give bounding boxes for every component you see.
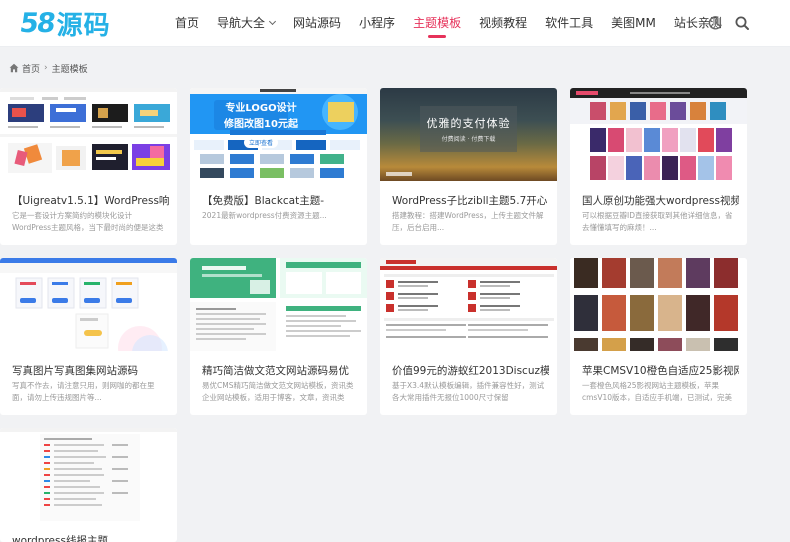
nav-label: 美图MM bbox=[611, 16, 656, 30]
thumb-banner-subtext: 付费阅读 · 付费下载 bbox=[441, 136, 496, 143]
breadcrumb: 首页 › 主题模板 bbox=[9, 61, 88, 75]
nav-item-video-tutorials[interactable]: 视频教程 bbox=[470, 0, 536, 47]
post-thumbnail[interactable] bbox=[380, 258, 557, 351]
post-thumbnail[interactable] bbox=[0, 258, 177, 351]
post-thumbnail[interactable] bbox=[570, 88, 747, 181]
thumb-banner-text: 专业LOGO设计 bbox=[225, 103, 297, 114]
chevron-down-icon bbox=[268, 17, 277, 26]
post-excerpt: 一套橙色风格25影视网站主题模板，苹果cmsV10版本，自适应手机端，已测试，完… bbox=[582, 381, 733, 402]
post-card[interactable]: 专业LOGO设计 修图改图10元起 立即查看 【免费版】Blackcat主题- … bbox=[190, 88, 367, 245]
logo-number: 58 bbox=[17, 7, 56, 39]
nav-label: 首页 bbox=[175, 16, 200, 30]
breadcrumb-current: 主题模板 bbox=[51, 64, 88, 75]
post-title[interactable]: 国人原创功能强大wordpress视频 bbox=[582, 193, 739, 208]
post-title[interactable]: WordPress子比zibll主题5.7开心 bbox=[392, 193, 549, 208]
post-title[interactable]: 苹果CMSV10橙色自适应25影视网 bbox=[582, 363, 739, 378]
post-thumbnail[interactable] bbox=[0, 428, 177, 521]
thumb-banner-button: 立即查看 bbox=[243, 137, 278, 148]
nav-item-mini-program[interactable]: 小程序 bbox=[350, 0, 404, 47]
post-thumbnail[interactable]: 专业LOGO设计 修图改图10元起 立即查看 bbox=[190, 88, 367, 181]
post-title[interactable]: 精巧简洁做文范文网站源码易优 bbox=[202, 363, 359, 378]
post-title[interactable]: 【免费版】Blackcat主题- bbox=[202, 193, 359, 208]
logo-text: 源码 bbox=[56, 10, 111, 41]
post-excerpt: 写真不作去，请注意只用，则网咖的都在里面，请勿上传违规图片等... bbox=[12, 381, 155, 402]
post-card[interactable]: 价值99元的游蚁红2013Discuz模 基于X3.4默认模板编辑，插件兼容性好… bbox=[380, 258, 557, 415]
nav-label: 视频教程 bbox=[479, 16, 528, 30]
search-icon[interactable] bbox=[734, 15, 750, 31]
breadcrumb-home[interactable]: 首页 bbox=[22, 62, 40, 75]
post-card[interactable]: 写真图片写真图集网站源码 写真不作去，请注意只用，则网咖的都在里面，请勿上传违规… bbox=[0, 258, 177, 415]
post-thumbnail[interactable]: 优雅的支付体验 付费阅读 · 付费下载 bbox=[380, 88, 557, 181]
post-card[interactable]: 精巧简洁做文范文网站源码易优 易优CMS精巧简洁做文范文网站模板，资讯类企业网站… bbox=[190, 258, 367, 415]
post-excerpt: 可以根据豆瓣ID直接获取到其他详细信息，省去懂懂填写的麻烦！... bbox=[582, 211, 733, 232]
chevron-right-icon: › bbox=[44, 63, 48, 73]
post-card[interactable]: 苹果CMSV10橙色自适应25影视网 一套橙色风格25影视网站主题模板，苹果cm… bbox=[570, 258, 747, 415]
post-excerpt: 它是一套设计方案简约的模块化设计WordPress主题风格，当下最时尚的便是这类… bbox=[12, 211, 164, 232]
post-title[interactable]: wordpress线报主题 bbox=[12, 533, 169, 542]
site-header: 58 源码 首页 导航大全 网站源码 小程序 主题模板 视频教程 软件工具 美图… bbox=[0, 0, 790, 47]
post-title[interactable]: 价值99元的游蚁红2013Discuz模 bbox=[392, 363, 549, 378]
nav-label: 导航大全 bbox=[217, 16, 266, 30]
post-thumbnail[interactable] bbox=[190, 258, 367, 351]
post-title[interactable]: 写真图片写真图集网站源码 bbox=[12, 363, 169, 378]
nav-item-software-tools[interactable]: 软件工具 bbox=[536, 0, 602, 47]
main-nav: 首页 导航大全 网站源码 小程序 主题模板 视频教程 软件工具 美图MM 站长亲… bbox=[166, 0, 731, 47]
post-thumbnail[interactable] bbox=[570, 258, 747, 351]
post-title[interactable]: 【Uigreatv1.5.1】WordPress响 bbox=[12, 193, 169, 208]
post-excerpt: 2021最新wordpress付费资源主题... bbox=[202, 211, 327, 220]
home-icon bbox=[9, 63, 19, 73]
nav-label: 主题模板 bbox=[413, 16, 462, 30]
post-card[interactable]: 国人原创功能强大wordpress视频 可以根据豆瓣ID直接获取到其他详细信息，… bbox=[570, 88, 747, 245]
post-card[interactable]: wordpress线报主题 bbox=[0, 428, 177, 542]
nav-item-directory[interactable]: 导航大全 bbox=[208, 0, 284, 47]
nav-label: 软件工具 bbox=[545, 16, 594, 30]
nav-item-home[interactable]: 首页 bbox=[166, 0, 208, 47]
post-excerpt: 易优CMS精巧简洁做文范文网站模板，资讯类企业网站模板，适用于博客，文章，资讯类… bbox=[202, 381, 354, 402]
nav-label: 小程序 bbox=[359, 16, 396, 30]
post-thumbnail[interactable] bbox=[0, 88, 177, 181]
nav-item-themes[interactable]: 主题模板 bbox=[404, 0, 470, 47]
nav-item-photos[interactable]: 美图MM bbox=[602, 0, 665, 47]
site-logo[interactable]: 58 源码 bbox=[17, 6, 111, 41]
post-excerpt: 搭建教程：搭建WordPress，上传主题文件解压，后台启用... bbox=[392, 211, 544, 232]
nav-label: 网站源码 bbox=[293, 16, 342, 30]
post-card[interactable]: 【Uigreatv1.5.1】WordPress响 它是一套设计方案简约的模块化… bbox=[0, 88, 177, 245]
moon-icon[interactable] bbox=[707, 15, 723, 31]
post-card[interactable]: 优雅的支付体验 付费阅读 · 付费下载 WordPress子比zibll主题5.… bbox=[380, 88, 557, 245]
thumb-banner-text: 修图改图10元起 bbox=[224, 119, 298, 130]
nav-item-site-source[interactable]: 网站源码 bbox=[284, 0, 350, 47]
thumb-banner-text: 优雅的支付体验 bbox=[426, 117, 511, 130]
post-excerpt: 基于X3.4默认模板编辑，插件兼容性好，测试各大常用插件无报位1000尺寸保留2… bbox=[392, 381, 545, 402]
